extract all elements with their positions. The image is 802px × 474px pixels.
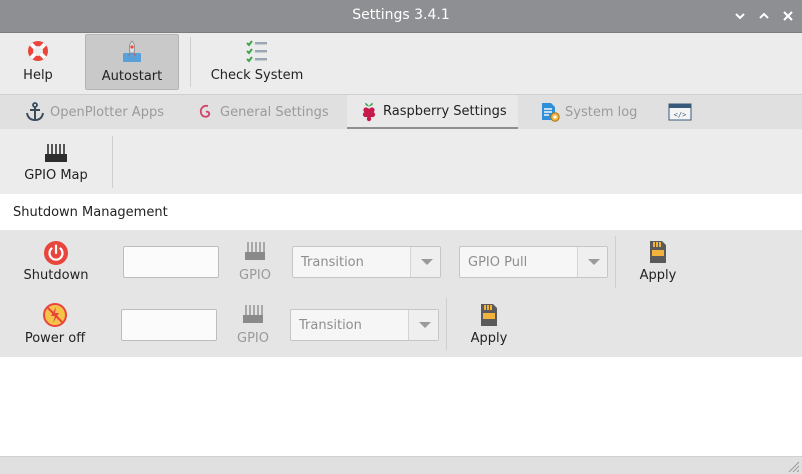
- row-divider: [446, 298, 447, 350]
- tab-bar: OpenPlotter Apps General Settings Raspbe…: [0, 94, 802, 129]
- poweroff-transition-select[interactable]: Transition: [290, 309, 439, 341]
- log-file-icon: [542, 103, 560, 122]
- minimize-button[interactable]: [730, 6, 750, 26]
- poweroff-transition-value: Transition: [299, 318, 362, 333]
- chevron-down-icon: [735, 13, 745, 20]
- check-system-button[interactable]: Check System: [205, 34, 309, 90]
- shutdown-label: Shutdown: [23, 268, 89, 283]
- empty-content-area: [0, 357, 802, 456]
- check-system-label: Check System: [210, 68, 304, 83]
- poweroff-button[interactable]: Power off: [16, 302, 94, 352]
- title-bar: Settings 3.4.1: [0, 0, 802, 33]
- tab-openplotter-apps-label: OpenPlotter Apps: [50, 104, 164, 120]
- window-title: Settings 3.4.1: [352, 7, 450, 23]
- chevron-down-icon: [577, 247, 607, 277]
- tab-openplotter-apps[interactable]: OpenPlotter Apps: [18, 95, 170, 129]
- chevron-down-icon: [410, 247, 440, 277]
- chevron-up-icon: [759, 12, 769, 19]
- help-label: Help: [23, 68, 53, 83]
- tab-general-settings-label: General Settings: [220, 104, 329, 120]
- tab-system-log[interactable]: System log: [533, 95, 643, 129]
- shutdown-button[interactable]: Shutdown: [16, 238, 96, 288]
- checklist-icon: [246, 40, 267, 63]
- tab-system-log-label: System log: [565, 104, 638, 120]
- shutdown-transition-value: Transition: [301, 255, 364, 270]
- shutdown-transition-select[interactable]: Transition: [292, 246, 441, 278]
- row-divider: [615, 236, 616, 288]
- subtoolbar-divider: [112, 136, 113, 188]
- rocket-icon: [123, 40, 141, 62]
- power-icon: [44, 241, 68, 265]
- svg-text:</>: </>: [674, 111, 687, 119]
- shutdown-gpio-label: GPIO: [239, 268, 271, 283]
- poweroff-apply-button[interactable]: Apply: [461, 302, 517, 352]
- maximize-button[interactable]: [754, 6, 774, 26]
- toolbar-divider: [190, 37, 191, 87]
- section-title: Shutdown Management: [13, 205, 168, 220]
- tab-raspberry-settings-label: Raspberry Settings: [383, 103, 507, 119]
- sd-card-icon: [481, 304, 497, 326]
- shutdown-pull-select[interactable]: GPIO Pull: [459, 246, 608, 278]
- power-off-icon: [43, 303, 67, 327]
- resize-grip-icon[interactable]: [786, 459, 800, 473]
- main-toolbar: Help Autostart Check System: [0, 33, 802, 91]
- tab-raspberry-settings[interactable]: Raspberry Settings: [347, 95, 518, 129]
- poweroff-gpio-input[interactable]: [121, 309, 217, 341]
- lifebuoy-icon: [28, 41, 48, 61]
- section-header: Shutdown Management: [0, 194, 802, 230]
- tab-code[interactable]: </>: [662, 95, 698, 129]
- poweroff-label: Power off: [24, 331, 86, 346]
- sd-card-icon: [650, 241, 666, 263]
- shutdown-pull-value: GPIO Pull: [468, 255, 528, 270]
- shutdown-apply-button[interactable]: Apply: [630, 238, 686, 288]
- autostart-button[interactable]: Autostart: [85, 34, 179, 90]
- tab-general-settings[interactable]: General Settings: [190, 95, 335, 129]
- shutdown-gpio-input[interactable]: [123, 246, 219, 278]
- poweroff-gpio-indicator: GPIO: [228, 303, 278, 351]
- raspberry-icon: [362, 103, 376, 122]
- anchor-icon: [26, 102, 44, 122]
- debian-swirl-icon: [199, 104, 211, 118]
- raspberry-toolbar: GPIO Map: [0, 130, 802, 193]
- poweroff-apply-label: Apply: [470, 331, 508, 346]
- chevron-down-icon: [408, 310, 438, 340]
- autostart-label: Autostart: [101, 69, 163, 84]
- gpio-header-icon: [243, 305, 263, 323]
- poweroff-gpio-label: GPIO: [237, 331, 269, 346]
- code-window-icon: </>: [668, 103, 692, 121]
- close-button[interactable]: [778, 6, 798, 26]
- gpio-header-icon: [245, 242, 265, 260]
- shutdown-apply-label: Apply: [639, 268, 677, 283]
- close-icon: [783, 11, 793, 21]
- help-button[interactable]: Help: [10, 34, 66, 90]
- gpio-header-icon: [45, 144, 67, 162]
- gpio-map-label: GPIO Map: [24, 168, 88, 183]
- status-bar: [0, 456, 802, 474]
- gpio-map-button[interactable]: GPIO Map: [14, 130, 98, 186]
- shutdown-gpio-indicator: GPIO: [230, 240, 280, 288]
- shutdown-management-panel: Shutdown GPIO Transition GPIO Pull Apply: [0, 230, 802, 357]
